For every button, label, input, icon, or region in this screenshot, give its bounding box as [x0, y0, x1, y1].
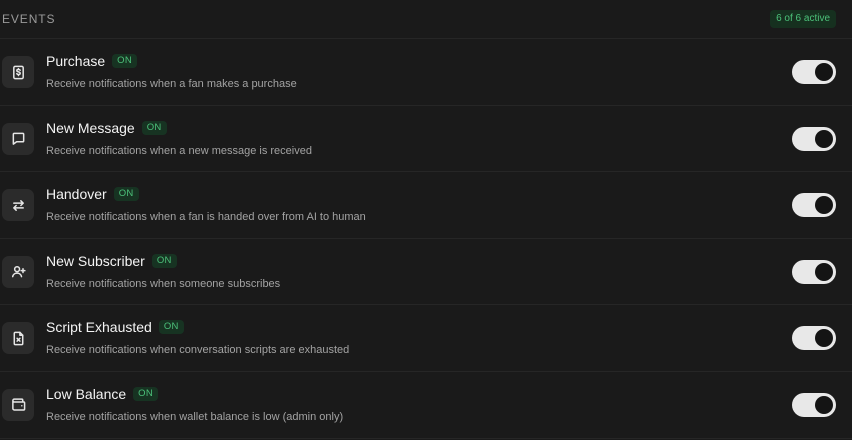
event-row-new-message: New Message ON Receive notifications whe…: [0, 106, 852, 173]
dollar-receipt-icon: [2, 56, 34, 88]
event-title: Script Exhausted: [46, 319, 152, 336]
purchase-toggle[interactable]: [792, 60, 836, 84]
event-description: Receive notifications when a fan makes a…: [46, 78, 297, 90]
event-title: Purchase: [46, 53, 106, 69]
message-bubble-icon: [2, 122, 34, 155]
event-title: New Subscriber: [46, 252, 145, 269]
status-badge: ON: [151, 253, 177, 268]
status-badge: ON: [112, 54, 138, 68]
toggle-knob: [815, 262, 833, 281]
toggle-knob: [815, 196, 833, 215]
user-plus-icon: [2, 255, 34, 288]
events-panel: EVENTS 6 of 6 active Purchase ON Receive…: [0, 0, 852, 440]
status-badge: ON: [113, 187, 139, 202]
toggle-knob: [815, 129, 833, 148]
event-row-handover: Handover ON Receive notifications when a…: [0, 172, 852, 239]
status-badge: ON: [141, 120, 167, 135]
event-row-script-exhausted: Script Exhausted ON Receive notification…: [0, 305, 852, 372]
handover-toggle[interactable]: [792, 193, 836, 218]
event-title: New Message: [46, 119, 135, 136]
event-description: Receive notifications when someone subsc…: [46, 277, 281, 290]
event-row-low-balance: Low Balance ON Receive notifications whe…: [0, 372, 852, 439]
event-description: Receive notifications when a new message…: [46, 144, 312, 157]
new-subscriber-toggle[interactable]: [792, 259, 836, 284]
status-badge: ON: [158, 320, 184, 335]
event-description: Receive notifications when wallet balanc…: [46, 410, 344, 423]
wallet-icon: [2, 388, 34, 421]
toggle-knob: [815, 395, 833, 414]
toggle-knob: [815, 63, 833, 81]
status-badge: ON: [133, 386, 159, 401]
active-count-badge: 6 of 6 active: [770, 10, 836, 28]
new-message-toggle[interactable]: [792, 126, 836, 151]
section-title: EVENTS: [2, 12, 56, 26]
event-row-new-subscriber: New Subscriber ON Receive notifications …: [0, 239, 852, 306]
low-balance-toggle[interactable]: [792, 392, 836, 417]
arrows-swap-icon: [2, 189, 34, 222]
script-exhausted-toggle[interactable]: [792, 326, 836, 351]
file-x-icon: [2, 322, 34, 355]
event-row-purchase: Purchase ON Receive notifications when a…: [0, 39, 852, 106]
events-header: EVENTS 6 of 6 active: [0, 0, 852, 39]
toggle-knob: [815, 329, 833, 348]
event-title: Low Balance: [46, 385, 127, 402]
event-title: Handover: [46, 186, 107, 203]
event-description: Receive notifications when conversation …: [46, 344, 350, 357]
event-description: Receive notifications when a fan is hand…: [46, 211, 366, 224]
